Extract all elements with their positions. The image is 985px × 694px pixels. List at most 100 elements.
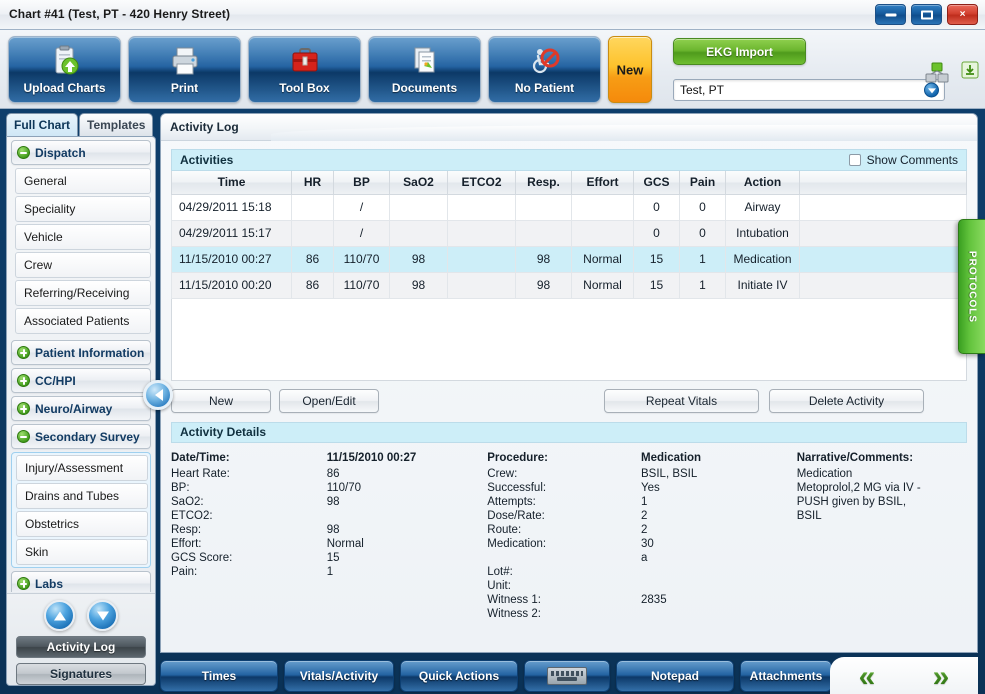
ekg-import-button[interactable]: EKG Import bbox=[673, 38, 806, 65]
arrow-down-icon[interactable] bbox=[87, 600, 118, 631]
notepad-button[interactable]: Notepad bbox=[616, 660, 734, 692]
delete-activity-button[interactable]: Delete Activity bbox=[769, 388, 924, 413]
close-button[interactable]: × bbox=[947, 4, 978, 25]
cell-hr: 86 bbox=[291, 271, 334, 299]
activities-panel-header: Activities Show Comments bbox=[171, 149, 967, 171]
minimize-button[interactable] bbox=[875, 4, 906, 25]
detail-label-sao2: SaO2: bbox=[171, 495, 204, 508]
sidebar-item-drains-and-tubes[interactable]: Drains and Tubes bbox=[16, 483, 148, 509]
column-sao2[interactable]: SaO2 bbox=[389, 171, 448, 195]
activity-details-body: Date/Time: Heart Rate: BP: SaO2: ETCO2: … bbox=[171, 450, 967, 635]
no-patient-button[interactable]: No Patient bbox=[488, 36, 601, 103]
cell-pain: 1 bbox=[679, 271, 726, 299]
arrow-up-icon[interactable] bbox=[44, 600, 75, 631]
tab-full-chart-label: Full Chart bbox=[14, 118, 70, 132]
sidebar-collapse-button[interactable] bbox=[143, 380, 173, 410]
minus-icon bbox=[17, 146, 30, 159]
network-sync-icon[interactable] bbox=[925, 62, 959, 89]
cell-action: Intubation bbox=[725, 219, 800, 247]
times-button[interactable]: Times bbox=[160, 660, 278, 692]
column-time[interactable]: Time bbox=[171, 171, 292, 195]
column-etco2[interactable]: ETCO2 bbox=[447, 171, 516, 195]
column-blank[interactable] bbox=[799, 171, 967, 195]
tab-templates[interactable]: Templates bbox=[79, 113, 154, 136]
column-resp[interactable]: Resp. bbox=[515, 171, 572, 195]
protocols-tab[interactable]: PROTOCOLS bbox=[958, 219, 985, 354]
download-icon[interactable] bbox=[961, 61, 979, 82]
upload-charts-button[interactable]: Upload Charts bbox=[8, 36, 121, 103]
vitals-activity-button[interactable]: Vitals/Activity bbox=[284, 660, 394, 692]
sidebar-group-patient-information[interactable]: Patient Information bbox=[11, 340, 151, 365]
main-frame: Full Chart Templates Dispatch General Sp… bbox=[0, 109, 985, 694]
sidebar-group-dispatch[interactable]: Dispatch bbox=[11, 140, 151, 165]
table-row[interactable]: 11/15/2010 00:27 86 110/70 98 98 Normal … bbox=[171, 245, 967, 273]
new-chart-button[interactable]: New bbox=[608, 36, 652, 103]
column-action[interactable]: Action bbox=[725, 171, 800, 195]
cell-resp bbox=[515, 219, 572, 247]
detail-label-bp: BP: bbox=[171, 481, 190, 494]
cell-etco2 bbox=[447, 271, 516, 299]
cell-hr: 86 bbox=[291, 245, 334, 273]
plus-icon bbox=[17, 577, 30, 590]
sidebar-group-labs[interactable]: Labs bbox=[11, 571, 151, 592]
sidebar-group-cc-hpi[interactable]: CC/HPI bbox=[11, 368, 151, 393]
sidebar-item-vehicle[interactable]: Vehicle bbox=[15, 224, 151, 250]
detail-value-bp: 110/70 bbox=[326, 481, 362, 494]
cell-bp: 110/70 bbox=[333, 245, 390, 273]
sidebar-item-general[interactable]: General bbox=[15, 168, 151, 194]
previous-page-icon[interactable]: « bbox=[859, 662, 876, 692]
sidebar-item-referring-receiving[interactable]: Referring/Receiving bbox=[15, 280, 151, 306]
plus-icon bbox=[17, 402, 30, 415]
column-pain[interactable]: Pain bbox=[679, 171, 726, 195]
tool-box-button[interactable]: Tool Box bbox=[248, 36, 361, 103]
bottom-navigation-bar: Times Vitals/Activity Quick Actions Note… bbox=[160, 657, 978, 694]
cell-gcs: 0 bbox=[633, 219, 680, 247]
print-button[interactable]: Print bbox=[128, 36, 241, 103]
detail-label-dose-rate: Dose/Rate: bbox=[487, 509, 545, 522]
detail-value-etco2 bbox=[327, 509, 488, 523]
page-title: Activity Log bbox=[170, 120, 239, 134]
column-gcs[interactable]: GCS bbox=[633, 171, 680, 195]
detail-label-effort: Effort: bbox=[171, 537, 202, 550]
keyboard-button[interactable] bbox=[524, 660, 610, 692]
column-bp[interactable]: BP bbox=[333, 171, 390, 195]
sidebar-group-secondary-survey[interactable]: Secondary Survey bbox=[11, 424, 151, 449]
sidebar-group-label: Labs bbox=[35, 576, 64, 591]
patient-dropdown[interactable]: Test, PT bbox=[673, 79, 945, 101]
show-comments-group[interactable]: Show Comments bbox=[848, 153, 958, 167]
cell-blank bbox=[799, 245, 967, 273]
activities-empty-area[interactable] bbox=[171, 298, 967, 381]
sidebar-group-neuro-airway[interactable]: Neuro/Airway bbox=[11, 396, 151, 421]
keyboard-icon bbox=[547, 667, 587, 685]
sidebar-item-associated-patients[interactable]: Associated Patients bbox=[15, 308, 151, 334]
activity-log-button[interactable]: Activity Log bbox=[16, 636, 146, 658]
table-row[interactable]: 11/15/2010 00:20 86 110/70 98 98 Normal … bbox=[171, 271, 967, 299]
attachments-button[interactable]: Attachments bbox=[740, 660, 832, 692]
signatures-button[interactable]: Signatures bbox=[16, 663, 146, 685]
sidebar-scroll-region[interactable]: Dispatch General Speciality Vehicle Crew… bbox=[7, 137, 155, 592]
next-page-icon[interactable]: » bbox=[933, 662, 950, 692]
column-hr[interactable]: HR bbox=[291, 171, 334, 195]
maximize-button[interactable] bbox=[911, 4, 942, 25]
upload-charts-label: Upload Charts bbox=[23, 81, 106, 95]
cell-etco2 bbox=[447, 245, 516, 273]
detail-label-heart-rate: Heart Rate: bbox=[171, 467, 230, 480]
table-row[interactable]: 04/29/2011 15:17 / 0 0 Intubation bbox=[171, 219, 967, 247]
detail-value-gcs-score: 15 bbox=[326, 551, 340, 564]
repeat-vitals-button[interactable]: Repeat Vitals bbox=[604, 388, 759, 413]
table-row[interactable]: 04/29/2011 15:18 / 0 0 Airway bbox=[171, 193, 967, 221]
sidebar-item-obstetrics[interactable]: Obstetrics bbox=[16, 511, 148, 537]
detail-label-witness-2: Witness 2: bbox=[487, 607, 541, 620]
quick-actions-button[interactable]: Quick Actions bbox=[400, 660, 518, 692]
sidebar-item-crew[interactable]: Crew bbox=[15, 252, 151, 278]
sidebar-item-speciality[interactable]: Speciality bbox=[15, 196, 151, 222]
new-activity-button[interactable]: New bbox=[171, 388, 271, 413]
tab-full-chart[interactable]: Full Chart bbox=[6, 113, 78, 136]
documents-button[interactable]: Documents bbox=[368, 36, 481, 103]
column-effort[interactable]: Effort bbox=[571, 171, 634, 195]
detail-label-procedure: Procedure: bbox=[487, 451, 548, 464]
show-comments-checkbox[interactable] bbox=[848, 154, 861, 166]
open-edit-button[interactable]: Open/Edit bbox=[279, 388, 379, 413]
sidebar-item-injury-assessment[interactable]: Injury/Assessment bbox=[16, 455, 148, 481]
sidebar-item-skin[interactable]: Skin bbox=[16, 539, 148, 565]
